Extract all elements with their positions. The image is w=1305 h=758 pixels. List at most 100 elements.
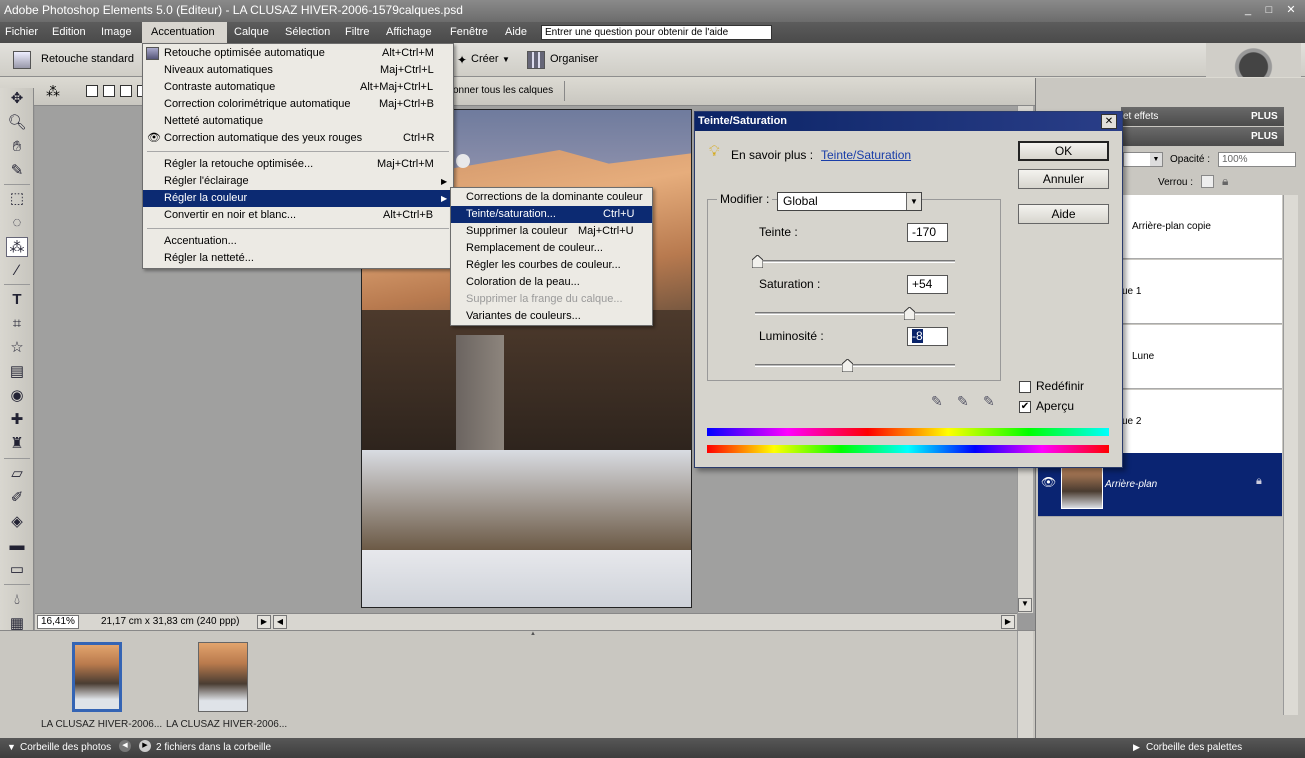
move-tool-icon[interactable]: ✥ <box>6 89 28 109</box>
scroll-down-icon[interactable]: ▼ <box>1018 598 1032 612</box>
eyedropper-plus-icon[interactable]: ✎ <box>957 393 969 410</box>
dialog-close-icon[interactable]: ✕ <box>1101 114 1117 129</box>
menu-affichage[interactable]: Affichage <box>381 22 437 43</box>
layers-scrollbar[interactable] <box>1283 195 1298 715</box>
menu-filtre[interactable]: Filtre <box>340 22 374 43</box>
menu-item-regler-retouche[interactable]: Régler la retouche optimisée... Maj+Ctrl+… <box>143 156 453 173</box>
lasso-tool-icon[interactable]: ◌ <box>6 213 28 233</box>
clone-stamp-tool-icon[interactable]: ♜ <box>6 434 28 454</box>
menu-item-contraste-auto[interactable]: Contraste automatique Alt+Maj+Ctrl+L <box>143 79 453 96</box>
apercu-checkbox[interactable]: ✔ <box>1019 401 1031 413</box>
opacity-field[interactable]: 100% <box>1218 152 1296 167</box>
lock-transparency-icon[interactable] <box>1201 175 1214 188</box>
collapse-handle-icon[interactable]: ▲ <box>526 631 540 637</box>
submenu-item-remplacement[interactable]: Remplacement de couleur... <box>451 240 652 257</box>
menu-image[interactable]: Image <box>96 22 137 43</box>
saturation-slider-thumb[interactable] <box>904 307 915 320</box>
menu-item-nettete-auto[interactable]: Netteté automatique <box>143 113 453 130</box>
submenu-item-supprimer-couleur[interactable]: Supprimer la couleur Maj+Ctrl+U <box>451 223 652 240</box>
luminosite-slider-track[interactable] <box>755 364 955 367</box>
blur-tool-icon[interactable]: 💧︎ <box>6 590 28 610</box>
minimize-button[interactable]: _ <box>1240 2 1256 18</box>
menu-item-noir-et-blanc[interactable]: Convertir en noir et blanc... Alt+Ctrl+B <box>143 207 453 224</box>
menu-item-accentuation[interactable]: Accentuation... <box>143 233 453 250</box>
magic-wand-tool-icon[interactable]: ⁂ <box>6 237 28 257</box>
menu-accentuation[interactable]: Accentuation <box>142 22 227 43</box>
menu-selection[interactable]: Sélection <box>280 22 335 43</box>
photo-thumbnail[interactable] <box>72 642 122 712</box>
menu-item-regler-nettete[interactable]: Régler la netteté... <box>143 250 453 267</box>
type-tool-icon[interactable]: T <box>6 290 28 310</box>
menu-edition[interactable]: Edition <box>47 22 91 43</box>
retouche-standard-button[interactable]: Retouche standard <box>41 53 134 65</box>
modifier-select[interactable]: Global ▼ <box>777 192 922 211</box>
menu-item-retouche-optimisee-auto[interactable]: Retouche optimisée automatique Alt+Ctrl+M <box>143 45 453 62</box>
prev-photo-icon[interactable]: ◀ <box>119 740 131 752</box>
luminosite-input[interactable]: -8 <box>907 327 948 346</box>
rectangle-shape-tool-icon[interactable]: ▭ <box>6 560 28 580</box>
expand-arrow-icon[interactable]: ▼ <box>7 742 16 752</box>
organiser-button[interactable]: Organiser <box>550 53 598 65</box>
scroll-right-icon[interactable]: ▶ <box>1001 615 1015 629</box>
redefinir-checkbox[interactable] <box>1019 381 1031 393</box>
photobin-scrollbar[interactable] <box>1017 631 1033 738</box>
menu-item-niveaux-auto[interactable]: Niveaux automatiques Maj+Ctrl+L <box>143 62 453 79</box>
brush-tool-icon[interactable]: ✐ <box>6 488 28 508</box>
menu-item-regler-eclairage[interactable]: Régler l'éclairage ▶ <box>143 173 453 190</box>
status-menu-icon[interactable]: ▶ <box>257 615 271 629</box>
healing-brush-tool-icon[interactable]: ✚ <box>6 410 28 430</box>
close-button[interactable]: ✕ <box>1283 2 1299 18</box>
selection-brush-tool-icon[interactable]: ∕ <box>6 261 28 281</box>
menu-aide[interactable]: Aide <box>500 22 532 43</box>
menu-fenetre[interactable]: Fenêtre <box>445 22 493 43</box>
creer-button[interactable]: Créer <box>471 53 499 65</box>
crop-tool-icon[interactable]: ⌗ <box>6 314 28 334</box>
add-selection-icon[interactable] <box>103 85 115 97</box>
teinte-slider-thumb[interactable] <box>752 255 763 268</box>
eraser-tool-icon[interactable]: ▱ <box>6 464 28 484</box>
submenu-item-courbes[interactable]: Régler les courbes de couleur... <box>451 257 652 274</box>
menu-fichier[interactable]: Fichier <box>0 22 43 43</box>
eyedropper-icon[interactable]: ✎ <box>931 393 943 410</box>
scroll-left-icon[interactable]: ◀ <box>273 615 287 629</box>
submenu-item-variantes[interactable]: Variantes de couleurs... <box>451 308 652 325</box>
blend-mode-select[interactable]: ▼ <box>1123 152 1163 167</box>
new-selection-icon[interactable] <box>86 85 98 97</box>
learn-more-link[interactable]: Teinte/Saturation <box>821 148 911 162</box>
menu-calque[interactable]: Calque <box>229 22 274 43</box>
corbeille-photos-label[interactable]: Corbeille des photos <box>20 742 111 753</box>
zoom-field[interactable]: 16,41% <box>37 615 79 629</box>
menu-item-yeux-rouges-auto[interactable]: 👁︎ Correction automatique des yeux rouge… <box>143 130 453 147</box>
cancel-button[interactable]: Annuler <box>1018 169 1109 189</box>
submenu-item-dominante[interactable]: Corrections de la dominante couleur <box>451 189 652 206</box>
submenu-item-coloration-peau[interactable]: Coloration de la peau... <box>451 274 652 291</box>
ok-button[interactable]: OK <box>1018 141 1109 161</box>
shape-star-tool-icon[interactable]: ☆ <box>6 338 28 358</box>
all-layers-checkbox-label[interactable]: onner tous les calques <box>453 85 553 96</box>
help-button[interactable]: Aide <box>1018 204 1109 224</box>
palette-arrow-icon[interactable]: ▶ <box>1133 742 1140 753</box>
red-eye-tool-icon[interactable]: ◉ <box>6 386 28 406</box>
luminosite-slider-thumb[interactable] <box>842 359 853 372</box>
saturation-input[interactable]: +54 <box>907 275 948 294</box>
menu-item-correction-colorimetrique-auto[interactable]: Correction colorimétrique automatique Maj… <box>143 96 453 113</box>
cookie-cutter-tool-icon[interactable]: ▤ <box>6 362 28 382</box>
lock-all-icon[interactable]: 🔒︎ <box>1222 174 1228 189</box>
next-photo-icon[interactable]: ▶ <box>139 740 151 752</box>
help-search-input[interactable]: Entrer une question pour obtenir de l'ai… <box>541 25 772 40</box>
saturation-slider-track[interactable] <box>755 312 955 315</box>
corbeille-palettes-label[interactable]: Corbeille des palettes <box>1146 742 1242 753</box>
subtract-selection-icon[interactable] <box>120 85 132 97</box>
zoom-tool-icon[interactable]: 🔍︎ <box>6 113 28 133</box>
visibility-eye-icon[interactable]: 👁︎ <box>1041 475 1056 489</box>
photo-thumbnail[interactable] <box>198 642 248 712</box>
teinte-slider-track[interactable] <box>755 260 955 263</box>
submenu-item-teinte-saturation[interactable]: Teinte/saturation... Ctrl+U <box>451 206 652 223</box>
menu-item-regler-couleur[interactable]: Régler la couleur ▶ <box>143 190 453 207</box>
marquee-tool-icon[interactable]: ⬚ <box>6 189 28 209</box>
eyedropper-tool-icon[interactable]: ✎ <box>6 161 28 181</box>
paint-bucket-tool-icon[interactable]: ◈ <box>6 512 28 532</box>
eyedropper-minus-icon[interactable]: ✎ <box>983 393 995 410</box>
gradient-tool-icon[interactable]: ▬ <box>6 536 28 556</box>
hand-tool-icon[interactable]: ✋︎ <box>6 137 28 157</box>
